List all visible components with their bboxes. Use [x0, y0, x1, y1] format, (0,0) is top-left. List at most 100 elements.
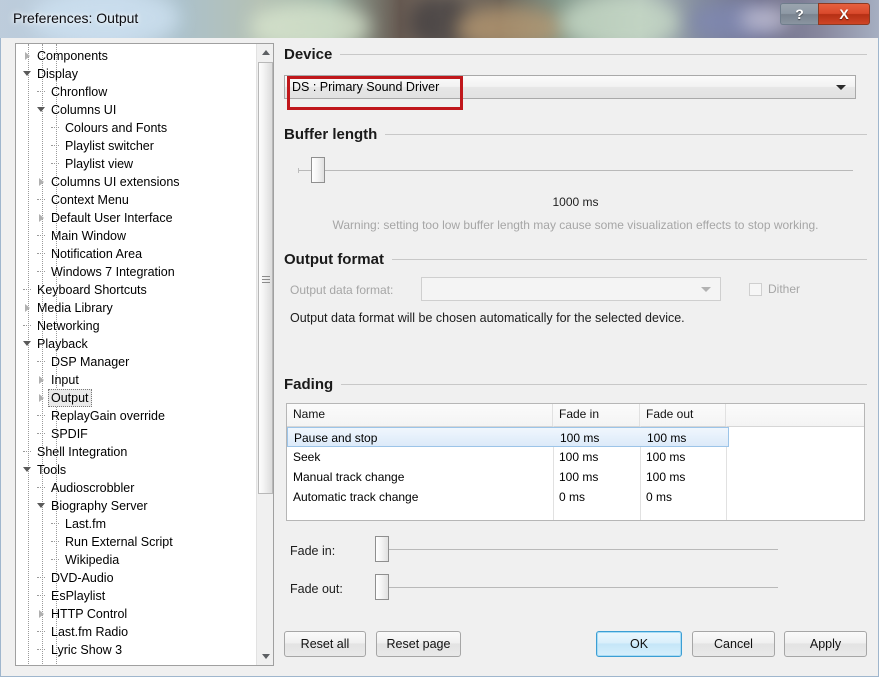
expander-collapsed-icon[interactable] — [22, 47, 34, 65]
tree-item-label: Shell Integration — [37, 445, 128, 459]
scroll-down-arrow-icon[interactable] — [257, 648, 273, 665]
column-header-fade-out[interactable]: Fade out — [640, 404, 726, 426]
fading-table-row[interactable]: Seek 100 ms 100 ms — [287, 447, 864, 467]
tree-item-audioscrobbler[interactable]: Audioscrobbler — [16, 479, 256, 497]
tree-item-display[interactable]: Display — [16, 65, 256, 83]
dither-checkbox[interactable] — [749, 282, 762, 296]
tree-item-label: Main Window — [51, 229, 127, 243]
tree-item-run-external-script[interactable]: Run External Script — [16, 533, 256, 551]
fade-in-label: Fade in: — [290, 544, 336, 558]
buffer-slider-thumb[interactable] — [311, 157, 325, 183]
device-combobox[interactable]: DS : Primary Sound Driver — [284, 75, 856, 99]
tree-item-playback[interactable]: Playback — [16, 335, 256, 353]
fading-table-row[interactable]: Manual track change 100 ms 100 ms — [287, 467, 864, 487]
fade-in-slider-track[interactable] — [376, 549, 778, 550]
tree-item-main-window[interactable]: Main Window — [16, 227, 256, 245]
tree-item-columns-ui[interactable]: Columns UI — [16, 101, 256, 119]
expander-collapsed-icon[interactable] — [36, 389, 48, 407]
buffer-slider-track[interactable] — [298, 170, 853, 171]
expander-expanded-icon[interactable] — [22, 461, 34, 479]
expander-expanded-icon[interactable] — [22, 335, 34, 353]
tree-item-wikipedia[interactable]: Wikipedia — [16, 551, 256, 569]
device-combobox-value: DS : Primary Sound Driver — [292, 80, 440, 94]
expander-collapsed-icon[interactable] — [36, 209, 48, 227]
fading-row-fade-in: 0 ms — [559, 490, 586, 504]
apply-button[interactable]: Apply — [784, 631, 867, 657]
column-header-name[interactable]: Name — [287, 404, 553, 426]
tree-item-spdif[interactable]: SPDIF — [16, 425, 256, 443]
expander-collapsed-icon[interactable] — [36, 605, 48, 623]
fading-group-header: Fading — [284, 373, 867, 395]
tree-item-output[interactable]: Output — [16, 389, 256, 407]
tree-item-replaygain-override[interactable]: ReplayGain override — [16, 407, 256, 425]
tree-item-context-menu[interactable]: Context Menu — [16, 191, 256, 209]
tree-item-components[interactable]: Components — [16, 47, 256, 65]
expander-collapsed-icon[interactable] — [36, 371, 48, 389]
tree-item-http-control[interactable]: HTTP Control — [16, 605, 256, 623]
tree-item-label: Columns UI extensions — [51, 175, 180, 189]
tree-item-playlist-view[interactable]: Playlist view — [16, 155, 256, 173]
tree-item-label: HTTP Control — [51, 607, 128, 621]
scroll-up-arrow-icon[interactable] — [257, 44, 273, 61]
tree-item-dvd-audio[interactable]: DVD-Audio — [16, 569, 256, 587]
fade-out-slider-track[interactable] — [376, 587, 778, 588]
tree-item-default-user-interface[interactable]: Default User Interface — [16, 209, 256, 227]
fading-table-row[interactable]: Pause and stop 100 ms 100 ms — [287, 427, 729, 447]
output-data-format-combobox[interactable] — [421, 277, 721, 301]
tree-item-last-fm[interactable]: Last.fm — [16, 515, 256, 533]
tree-branch-line-icon — [36, 353, 48, 371]
dither-checkbox-row[interactable]: Dither — [749, 282, 800, 296]
expander-expanded-icon[interactable] — [36, 101, 48, 119]
expander-expanded-icon[interactable] — [22, 65, 34, 83]
tree-branch-line-icon — [36, 479, 48, 497]
tree-scrollbar[interactable] — [256, 44, 273, 665]
tree-item-label: Tools — [37, 463, 67, 477]
tree-item-label: Colours and Fonts — [65, 121, 168, 135]
window-titlebar[interactable]: Preferences: Output ? X — [0, 0, 879, 38]
fading-table[interactable]: Name Fade in Fade out Pause and stop 100 … — [286, 403, 865, 521]
help-icon[interactable]: ? — [780, 3, 818, 25]
tree-item-windows-7-integration[interactable]: Windows 7 Integration — [16, 263, 256, 281]
reset-page-button[interactable]: Reset page — [376, 631, 461, 657]
tree-item-last-fm-radio[interactable]: Last.fm Radio — [16, 623, 256, 641]
fade-out-slider-thumb[interactable] — [375, 574, 389, 600]
fading-row-name: Manual track change — [293, 470, 405, 484]
tree-item-notification-area[interactable]: Notification Area — [16, 245, 256, 263]
tree-item-input[interactable]: Input — [16, 371, 256, 389]
tree-item-label: Last.fm — [65, 517, 106, 531]
tree-item-keyboard-shortcuts[interactable]: Keyboard Shortcuts — [16, 281, 256, 299]
chevron-down-icon — [701, 287, 711, 292]
tree-item-playlist-switcher[interactable]: Playlist switcher — [16, 137, 256, 155]
tree-item-colours-and-fonts[interactable]: Colours and Fonts — [16, 119, 256, 137]
tree-item-lyric-show-3[interactable]: Lyric Show 3 — [16, 641, 256, 659]
preferences-tree[interactable]: Components Display Chronflow Columns UI Colo… — [15, 43, 274, 666]
output-format-group-header: Output format — [284, 248, 867, 270]
reset-all-button[interactable]: Reset all — [284, 631, 366, 657]
expander-collapsed-icon[interactable] — [36, 173, 48, 191]
scrollbar-grip-icon — [262, 274, 270, 283]
tree-branch-line-icon — [36, 191, 48, 209]
tree-item-columns-ui-extensions[interactable]: Columns UI extensions — [16, 173, 256, 191]
tree-item-dsp-manager[interactable]: DSP Manager — [16, 353, 256, 371]
tree-item-shell-integration[interactable]: Shell Integration — [16, 443, 256, 461]
tree-item-networking[interactable]: Networking — [16, 317, 256, 335]
fade-out-slider[interactable] — [372, 573, 778, 601]
tree-item-esplaylist[interactable]: EsPlaylist — [16, 587, 256, 605]
tree-item-chronflow[interactable]: Chronflow — [16, 83, 256, 101]
expander-expanded-icon[interactable] — [36, 497, 48, 515]
fade-in-slider[interactable] — [372, 535, 778, 563]
tree-item-tools[interactable]: Tools — [16, 461, 256, 479]
tree-item-biography-server[interactable]: Biography Server — [16, 497, 256, 515]
expander-collapsed-icon[interactable] — [22, 299, 34, 317]
column-header-fade-in[interactable]: Fade in — [553, 404, 640, 426]
scrollbar-thumb[interactable] — [258, 62, 273, 494]
fading-table-row[interactable]: Automatic track change 0 ms 0 ms — [287, 487, 864, 507]
ok-button[interactable]: OK — [596, 631, 682, 657]
tree-item-media-library[interactable]: Media Library — [16, 299, 256, 317]
close-icon[interactable]: X — [818, 3, 870, 25]
cancel-button[interactable]: Cancel — [692, 631, 775, 657]
buffer-slider[interactable] — [284, 153, 867, 187]
tree-item-label: Wikipedia — [65, 553, 120, 567]
fade-in-slider-thumb[interactable] — [375, 536, 389, 562]
tree-branch-line-icon — [50, 551, 62, 569]
